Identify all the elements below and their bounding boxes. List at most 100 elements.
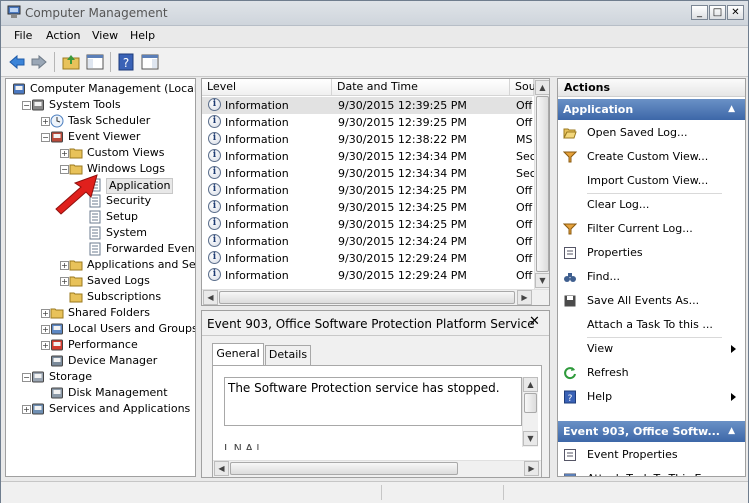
collapse-section-icon[interactable]: ▲	[728, 99, 735, 120]
horizontal-scroll-thumb[interactable]	[219, 291, 515, 304]
collapse-icon[interactable]: −	[22, 101, 31, 110]
tree-item[interactable]: Forwarded Events	[6, 241, 195, 257]
collapse-icon[interactable]: −	[41, 133, 50, 142]
tab-details[interactable]: Details	[265, 345, 311, 365]
event-row[interactable]: i Information 9/30/2015 12:39:25 PM Off	[202, 97, 532, 114]
action-item[interactable]: Properties	[558, 242, 745, 264]
tree-item[interactable]: + Task Scheduler	[6, 113, 195, 129]
event-row[interactable]: i Information 9/30/2015 12:34:24 PM Off	[202, 233, 532, 250]
tree-item[interactable]: + Custom Views	[6, 145, 195, 161]
action-item[interactable]: View	[558, 338, 745, 360]
detail-horizontal-thumb[interactable]	[230, 462, 458, 475]
event-row[interactable]: i Information 9/30/2015 12:34:25 PM Off	[202, 216, 532, 233]
tree-item[interactable]: + Services and Applications	[6, 401, 195, 417]
actions-section-event[interactable]: Event 903, Office Softw... ▲	[558, 421, 745, 442]
scroll-thumb[interactable]	[536, 96, 549, 272]
action-item[interactable]: Attach a Task To this ...	[558, 314, 745, 336]
tree-item[interactable]: − Storage	[6, 369, 195, 385]
event-datetime: 9/30/2015 12:39:25 PM	[338, 99, 467, 112]
tree-item[interactable]: − Event Viewer	[6, 129, 195, 145]
tree-item[interactable]: Disk Management	[6, 385, 195, 401]
expand-icon[interactable]: +	[60, 261, 69, 270]
scroll-down-button[interactable]: ▼	[535, 273, 549, 288]
title-bar[interactable]: Computer Management _ □ ✕	[1, 1, 748, 26]
column-header-date-time[interactable]: Date and Time	[332, 79, 510, 96]
detail-scroll-left-button[interactable]: ◀	[214, 461, 229, 476]
tree-item[interactable]: System	[6, 225, 195, 241]
close-detail-icon[interactable]: ✕	[529, 314, 540, 329]
event-row[interactable]: i Information 9/30/2015 12:34:34 PM Sec	[202, 165, 534, 182]
event-row[interactable]: i Information 9/30/2015 12:34:25 PM Off	[202, 182, 532, 199]
tree-item[interactable]: + Local Users and Groups	[6, 321, 195, 337]
up-folder-icon[interactable]	[61, 52, 81, 72]
action-item[interactable]: Attach Task To This E...	[558, 468, 745, 476]
detail-scroll-up-button[interactable]: ▲	[523, 377, 538, 392]
action-item[interactable]: Filter Current Log...	[558, 218, 745, 240]
tree-item[interactable]: + Applications and Servi	[6, 257, 195, 273]
event-list-vertical-scrollbar[interactable]: ▲ ▼	[534, 79, 549, 289]
users-icon	[50, 322, 64, 336]
show-hide-tree-icon[interactable]	[85, 52, 105, 72]
event-datetime: 9/30/2015 12:39:25 PM	[338, 116, 467, 129]
tree-item[interactable]: + Performance	[6, 337, 195, 353]
action-item[interactable]: Find...	[558, 266, 745, 288]
tree-item[interactable]: + Saved Logs	[6, 273, 195, 289]
action-item[interactable]: Event Properties	[558, 444, 745, 466]
action-item[interactable]: ? Help	[558, 386, 745, 408]
event-row[interactable]: i Information 9/30/2015 12:29:24 PM Off	[202, 267, 532, 284]
actions-section-application[interactable]: Application ▲	[558, 99, 745, 120]
collapse-icon[interactable]: −	[22, 373, 31, 382]
event-message-text: The Software Protection service has stop…	[228, 381, 500, 395]
action-item[interactable]: Refresh	[558, 362, 745, 384]
detail-vertical-scrollbar[interactable]: ▲ ▼	[522, 377, 538, 447]
tree-item-label: System	[106, 226, 148, 239]
scroll-up-button[interactable]: ▲	[535, 80, 549, 95]
detail-scroll-thumb[interactable]	[524, 393, 537, 413]
minimize-button[interactable]: _	[691, 5, 708, 20]
event-message-box[interactable]: The Software Protection service has stop…	[224, 377, 522, 426]
show-hide-action-pane-icon[interactable]	[140, 52, 160, 72]
event-row[interactable]: i Information 9/30/2015 12:34:34 PM Sec	[202, 148, 534, 165]
maximize-button[interactable]: □	[709, 5, 726, 20]
event-row[interactable]: i Information 9/30/2015 12:38:22 PM MS	[202, 131, 532, 148]
action-item[interactable]: Create Custom View...	[558, 146, 745, 168]
forward-arrow-icon[interactable]	[29, 52, 49, 72]
expand-icon[interactable]: +	[22, 405, 31, 414]
menu-help[interactable]: Help	[130, 29, 155, 42]
tree-item[interactable]: Device Manager	[6, 353, 195, 369]
action-item[interactable]: Save All Events As...	[558, 290, 745, 312]
scroll-left-button[interactable]: ◀	[203, 290, 218, 305]
help-book-icon[interactable]: ?	[116, 52, 136, 72]
expand-icon[interactable]: +	[41, 117, 50, 126]
console-tree: Computer Management (Local) − System Tools…	[5, 78, 196, 477]
scroll-right-button[interactable]: ▶	[517, 290, 532, 305]
expand-icon[interactable]: +	[41, 325, 50, 334]
tree-item[interactable]: Computer Management (Local)	[6, 81, 195, 97]
collapse-event-section-icon[interactable]: ▲	[728, 421, 735, 442]
expand-icon[interactable]: +	[60, 277, 69, 286]
tree-item[interactable]: Subscriptions	[6, 289, 195, 305]
back-arrow-icon[interactable]	[7, 52, 27, 72]
event-row[interactable]: i Information 9/30/2015 12:39:25 PM Off	[202, 114, 532, 131]
close-button[interactable]: ✕	[727, 5, 744, 20]
tab-general[interactable]: General	[212, 343, 264, 365]
event-list-horizontal-scrollbar[interactable]: ◀ ▶	[202, 289, 549, 305]
column-header-level[interactable]: Level	[202, 79, 332, 96]
menu-action[interactable]: Action	[46, 29, 80, 42]
expand-icon[interactable]: +	[41, 309, 50, 318]
detail-scroll-down-button[interactable]: ▼	[523, 431, 538, 446]
action-item[interactable]: Clear Log...	[558, 194, 745, 216]
column-header-source[interactable]: Sou	[510, 79, 536, 96]
event-row[interactable]: i Information 9/30/2015 12:29:24 PM Off	[202, 250, 532, 267]
action-item[interactable]: Import Custom View...	[558, 170, 745, 192]
tree-item[interactable]: − System Tools	[6, 97, 195, 113]
expand-icon[interactable]: +	[41, 341, 50, 350]
detail-scroll-right-button[interactable]: ▶	[524, 461, 539, 476]
detail-horizontal-scrollbar[interactable]: ◀ ▶	[213, 460, 541, 477]
tree-item[interactable]: + Shared Folders	[6, 305, 195, 321]
action-item[interactable]: Open Saved Log...	[558, 122, 745, 144]
menu-view[interactable]: View	[92, 29, 118, 42]
event-row[interactable]: i Information 9/30/2015 12:34:25 PM Off	[202, 199, 532, 216]
menu-file[interactable]: File	[14, 29, 32, 42]
expand-icon[interactable]: +	[60, 149, 69, 158]
